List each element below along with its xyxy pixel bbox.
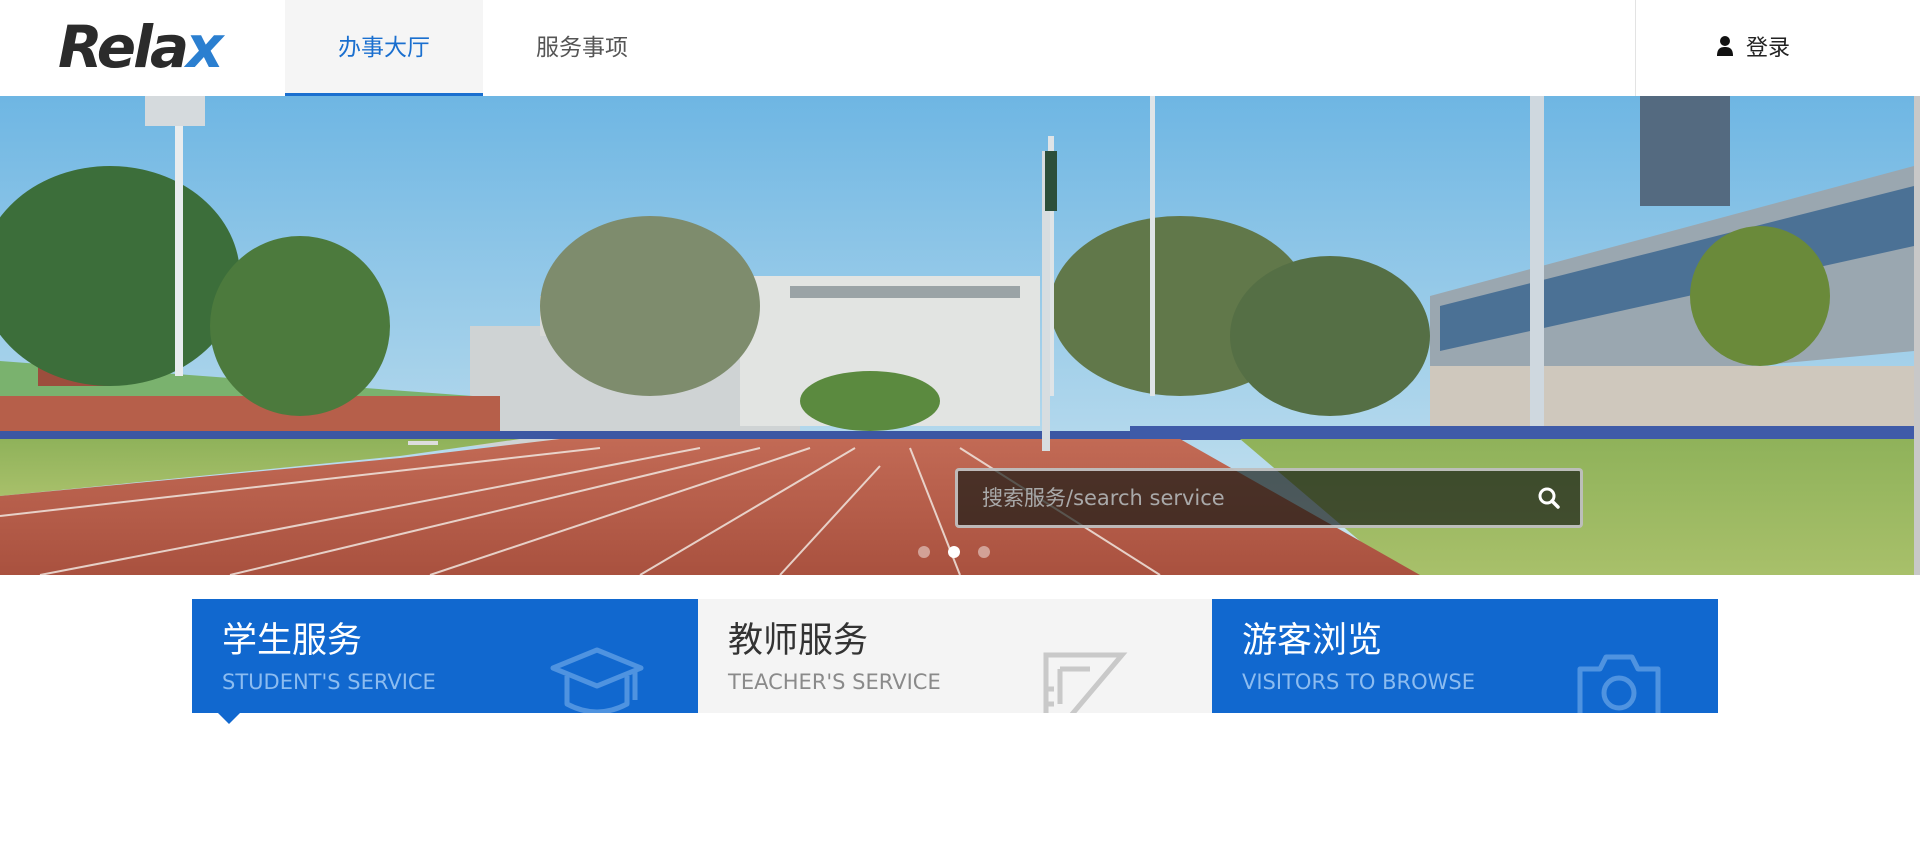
- card-title: 学生服务: [222, 621, 363, 661]
- ruler-triangle-icon: [1043, 652, 1128, 713]
- tab-service-items[interactable]: 服务事项: [483, 0, 681, 96]
- visitor-browse-card[interactable]: 游客浏览 VISITORS TO BROWSE: [1212, 599, 1718, 713]
- logo-accent-letter: x: [186, 13, 223, 81]
- login-button[interactable]: 登录: [1716, 30, 1790, 62]
- login-label: 登录: [1746, 36, 1791, 61]
- card-subtitle: VISITORS TO BROWSE: [1242, 670, 1475, 694]
- graduation-cap-icon: [550, 647, 644, 713]
- search-icon[interactable]: [1536, 485, 1562, 511]
- card-title: 游客浏览: [1242, 621, 1383, 661]
- tab-service-hall[interactable]: 办事大厅: [285, 0, 483, 96]
- camera-icon: [1577, 654, 1661, 713]
- card-subtitle: TEACHER'S SERVICE: [728, 670, 941, 694]
- service-search-box: [955, 468, 1583, 528]
- logo-text: Rela: [58, 13, 189, 81]
- search-input[interactable]: [958, 471, 1518, 525]
- carousel-dot-2[interactable]: [948, 546, 960, 558]
- relax-logo[interactable]: Relax: [58, 13, 224, 81]
- card-title: 教师服务: [728, 621, 869, 661]
- carousel-dot-3[interactable]: [978, 546, 990, 558]
- carousel-dot-1[interactable]: [918, 546, 930, 558]
- top-header: Relax 办事大厅 服务事项 登录: [0, 0, 1920, 96]
- card-subtitle: STUDENT'S SERVICE: [222, 670, 436, 694]
- user-icon: [1717, 36, 1733, 56]
- carousel-indicators: [918, 546, 990, 558]
- selected-card-pointer: [218, 713, 240, 724]
- student-service-card[interactable]: 学生服务 STUDENT'S SERVICE: [192, 599, 698, 713]
- teacher-service-card[interactable]: 教师服务 TEACHER'S SERVICE: [698, 599, 1212, 713]
- login-area: 登录: [1635, 0, 1920, 96]
- page-scrollbar[interactable]: [1914, 96, 1920, 575]
